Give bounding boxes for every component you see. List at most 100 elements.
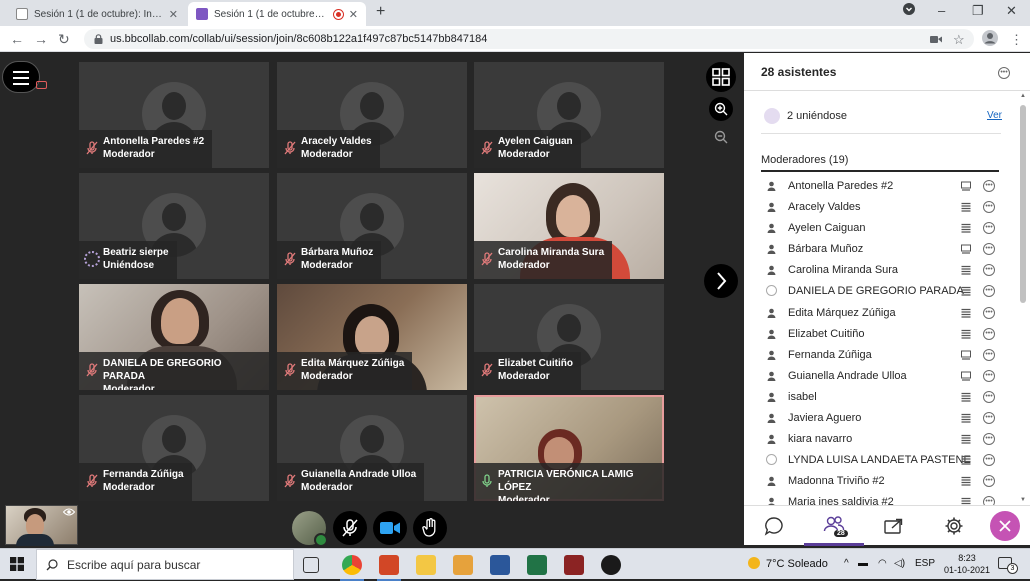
close-window-button[interactable]: ✕: [1006, 3, 1017, 19]
chat-button[interactable]: [744, 506, 804, 546]
participant-tile[interactable]: Aracely Valdes Moderador: [277, 62, 467, 168]
attendee-options-icon[interactable]: •••: [983, 201, 995, 214]
profile-avatar-icon[interactable]: [982, 30, 998, 49]
close-panel-button[interactable]: [990, 511, 1020, 541]
camera-permission-icon[interactable]: [930, 32, 942, 47]
app-icon[interactable]: [601, 555, 621, 575]
attendee-options-icon[interactable]: •••: [983, 390, 995, 403]
attendees-button[interactable]: 28: [804, 506, 864, 546]
volume-icon[interactable]: ◁): [894, 558, 905, 569]
chrome-app-icon[interactable]: [340, 555, 364, 581]
scrollbar-thumb[interactable]: [1020, 105, 1026, 303]
forward-arrow-icon[interactable]: →: [34, 31, 48, 47]
weather-widget[interactable]: 7°C Soleado: [748, 557, 828, 570]
my-status-button[interactable]: [292, 511, 328, 547]
attendee-options-icon[interactable]: •••: [983, 433, 995, 446]
attendee-options-icon[interactable]: •••: [983, 306, 995, 319]
windows-start-icon[interactable]: [10, 557, 24, 571]
self-view-video[interactable]: [5, 505, 78, 546]
clock[interactable]: 8:23 01-10-2021: [944, 552, 990, 576]
attendee-row[interactable]: isabel •••: [761, 387, 1001, 408]
attendee-row[interactable]: DANIELA DE GREGORIO PARADA •••: [761, 281, 1001, 302]
tab-close-icon[interactable]: ✕: [169, 8, 178, 21]
file-explorer-icon[interactable]: [416, 555, 436, 575]
participant-tile[interactable]: Antonella Paredes #2 Moderador: [79, 62, 269, 168]
scroll-up-icon[interactable]: ▲: [1020, 93, 1026, 99]
attendee-row[interactable]: Maria ines saldivia #2 •••: [761, 492, 1001, 506]
attendee-options-icon[interactable]: •••: [983, 264, 995, 277]
bookmark-star-icon[interactable]: ☆: [953, 32, 965, 48]
attendee-options-icon[interactable]: •••: [983, 222, 995, 235]
word-app-icon[interactable]: [490, 555, 510, 575]
language-indicator[interactable]: ESP: [915, 558, 935, 569]
media-player-icon[interactable]: [453, 555, 473, 575]
attendee-options-icon[interactable]: •••: [983, 285, 995, 298]
notifications-icon[interactable]: 3: [998, 557, 1018, 574]
attendee-row[interactable]: Elizabet Cuitiño •••: [761, 324, 1001, 345]
zoom-in-button[interactable]: [709, 97, 733, 121]
attendee-row[interactable]: Carolina Miranda Sura •••: [761, 260, 1001, 281]
attendee-options-icon[interactable]: •••: [983, 243, 995, 256]
attendee-row[interactable]: kiara navarro •••: [761, 429, 1001, 450]
attendee-row[interactable]: Ayelen Caiguan •••: [761, 218, 1001, 239]
taskbar-search-input[interactable]: Escribe aquí para buscar: [36, 549, 294, 580]
attendee-row[interactable]: Antonella Paredes #2 •••: [761, 176, 1001, 197]
share-content-button[interactable]: [864, 506, 924, 546]
attendee-row[interactable]: Bárbara Muñoz •••: [761, 239, 1001, 260]
participant-video-tile[interactable]: Carolina Miranda Sura Moderador: [474, 173, 664, 279]
tab-close-icon[interactable]: ✕: [349, 8, 358, 21]
participant-tile[interactable]: Elizabet Cuitiño Moderador: [474, 284, 664, 390]
participant-tile[interactable]: Fernanda Zúñiga Moderador: [79, 395, 269, 501]
attendee-row[interactable]: Javiera Aguero •••: [761, 408, 1001, 429]
view-joining-link[interactable]: Ver: [987, 110, 1002, 121]
session-menu-button[interactable]: [2, 61, 40, 93]
browser-tab-1[interactable]: Sesión 1 (1 de octubre): Introduc ✕: [8, 2, 186, 26]
active-speaker-tile[interactable]: PATRICIA VERÓNICA LAMIG LÓPEZ Moderador: [474, 395, 664, 501]
show-hidden-icons-icon[interactable]: ^: [844, 558, 849, 569]
excel-app-icon[interactable]: [527, 555, 547, 575]
wifi-icon[interactable]: ◠: [878, 558, 887, 569]
powerpoint-app-icon[interactable]: [377, 555, 401, 581]
next-page-button[interactable]: [704, 264, 738, 298]
tab-search-icon[interactable]: [903, 3, 915, 18]
browser-menu-icon[interactable]: ⋮: [1010, 32, 1023, 48]
settings-button[interactable]: [924, 506, 984, 546]
task-view-icon[interactable]: [303, 557, 319, 573]
attendee-row[interactable]: LYNDA LUISA LANDAETA PASTENE •••: [761, 450, 1001, 471]
attendee-options-icon[interactable]: •••: [983, 369, 995, 382]
url-field[interactable]: us.bbcollab.com/collab/ui/session/join/8…: [84, 29, 974, 49]
participant-tile[interactable]: Ayelen Caiguan Moderador: [474, 62, 664, 168]
moderators-section-title[interactable]: Moderadores (19): [761, 154, 848, 166]
zoom-out-button[interactable]: [709, 125, 733, 149]
browser-tab-2[interactable]: Sesión 1 (1 de octubre): Intro ✕: [188, 2, 366, 26]
attendee-options-icon[interactable]: •••: [983, 475, 995, 488]
attendee-options-icon[interactable]: •••: [983, 180, 995, 192]
grid-view-button[interactable]: [706, 62, 736, 92]
minimize-button[interactable]: –: [938, 3, 945, 18]
winrar-app-icon[interactable]: [564, 555, 584, 575]
participant-tile[interactable]: Beatriz sierpe Uniéndose: [79, 173, 269, 279]
attendee-options-icon[interactable]: •••: [983, 412, 995, 425]
attendee-options-icon[interactable]: •••: [983, 327, 995, 340]
attendee-row[interactable]: Fernanda Zúñiga •••: [761, 345, 1001, 366]
attendee-row[interactable]: Guianella Andrade Ulloa •••: [761, 366, 1001, 387]
new-tab-button[interactable]: +: [376, 3, 385, 21]
more-options-icon[interactable]: •••: [998, 67, 1010, 79]
attendee-row[interactable]: Edita Márquez Zúñiga •••: [761, 303, 1001, 324]
participant-tile[interactable]: Bárbara Muñoz Moderador: [277, 173, 467, 279]
scroll-down-icon[interactable]: ▼: [1020, 497, 1026, 503]
attendee-row[interactable]: Aracely Valdes •••: [761, 197, 1001, 218]
attendee-options-icon[interactable]: •••: [983, 454, 995, 467]
eye-icon[interactable]: [63, 508, 75, 516]
participant-video-tile[interactable]: DANIELA DE GREGORIO PARADA Moderador: [79, 284, 269, 390]
raise-hand-button[interactable]: [413, 511, 447, 545]
microphone-button[interactable]: [333, 511, 367, 545]
back-arrow-icon[interactable]: ←: [10, 31, 24, 47]
participant-tile[interactable]: Guianella Andrade Ulloa Moderador: [277, 395, 467, 501]
participant-video-tile[interactable]: Edita Márquez Zúñiga Moderador: [277, 284, 467, 390]
network-icon[interactable]: ▬: [858, 558, 868, 569]
attendee-options-icon[interactable]: •••: [983, 348, 995, 361]
attendee-row[interactable]: Madonna Triviño #2 •••: [761, 471, 1001, 492]
restore-button[interactable]: ❐: [972, 3, 984, 19]
camera-button[interactable]: [373, 511, 407, 545]
